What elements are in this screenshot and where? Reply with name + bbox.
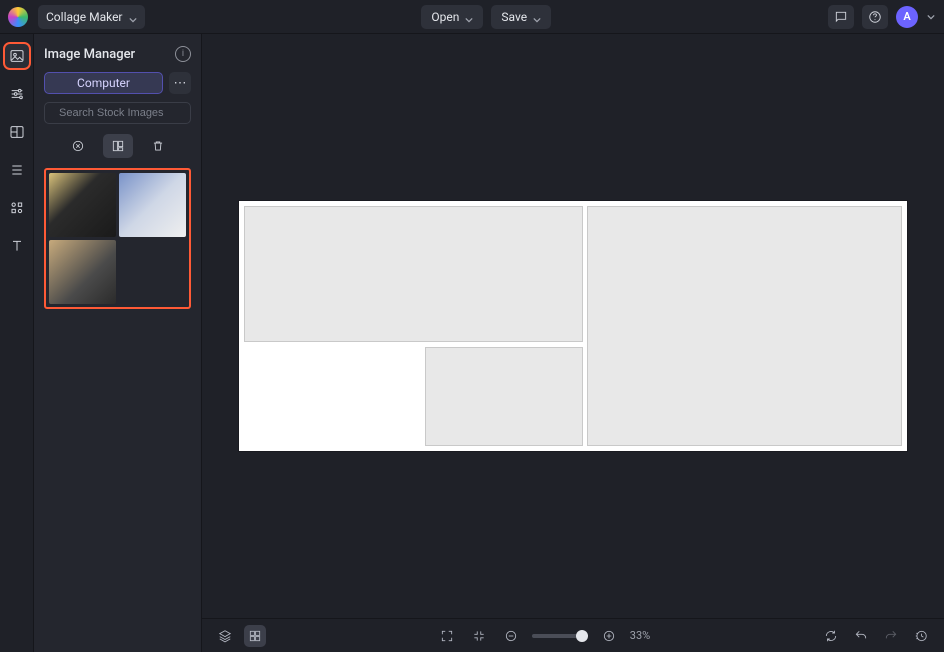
grid-icon [248,629,262,643]
chevron-down-icon [927,13,935,21]
top-right: A [828,5,936,29]
trash-icon [151,139,165,153]
top-center: Open Save [145,5,829,29]
thumbnail-grid [49,173,186,304]
sliders-icon [9,86,25,102]
bottom-center: 33% [276,625,810,647]
collage-cell[interactable] [587,206,902,446]
collage-cell[interactable] [244,206,583,342]
avatar-initial: A [903,10,910,23]
canvas-area: 33% [202,34,944,652]
rail-adjust[interactable] [5,82,29,106]
expand-icon [440,629,454,643]
chat-icon [834,10,848,24]
columns-icon [111,139,125,153]
rail-layers[interactable] [5,158,29,182]
thumbnail-group [44,168,191,309]
grid-toggle[interactable] [244,625,266,647]
undo-icon [854,629,868,643]
list-icon [9,162,25,178]
image-manager-panel: Image Manager i Computer ⋯ [34,34,202,652]
chevron-down-icon [129,13,137,21]
rail-text[interactable] [5,234,29,258]
bottom-right [820,625,932,647]
main-area: Image Manager i Computer ⋯ [0,34,944,652]
chevron-down-icon [533,13,541,21]
rail-elements[interactable] [5,196,29,220]
deselect-button[interactable] [63,134,93,158]
image-icon [9,48,25,64]
layout-icon [9,124,25,140]
collapse-icon [472,629,486,643]
fullscreen-button[interactable] [436,625,458,647]
history-button[interactable] [910,625,932,647]
autofill-button[interactable] [103,134,133,158]
zoom-percent: 33% [630,629,650,642]
tool-selector[interactable]: Collage Maker [38,5,145,29]
zoom-slider-knob[interactable] [576,630,588,642]
panel-title: Image Manager [44,47,135,62]
panel-info-button[interactable]: i [175,46,191,62]
bottom-bar: 33% [202,618,944,652]
left-rail [0,34,34,652]
redo-icon [884,629,898,643]
layers-icon [218,629,232,643]
zoom-slider[interactable] [532,634,588,638]
plus-circle-icon [602,629,616,643]
grid-icon [9,200,25,216]
bottom-left [214,625,266,647]
thumbnail-item[interactable] [119,173,186,237]
stock-search[interactable] [44,102,191,124]
panel-header: Image Manager i [44,46,191,62]
upload-computer-label: Computer [77,76,130,90]
stock-search-input[interactable] [57,106,203,120]
open-button[interactable]: Open [421,5,483,29]
save-button[interactable]: Save [491,5,551,29]
canvas-stage[interactable] [202,34,944,618]
text-icon [9,238,25,254]
help-icon [868,10,882,24]
upload-computer-button[interactable]: Computer [44,72,163,94]
compare-button[interactable] [820,625,842,647]
upload-more-button[interactable]: ⋯ [169,72,191,94]
top-bar: Collage Maker Open Save A [0,0,944,34]
open-button-label: Open [431,10,459,24]
user-menu-caret[interactable] [926,13,936,21]
refresh-icon [824,629,838,643]
rail-image-manager[interactable] [5,44,29,68]
comments-button[interactable] [828,5,854,29]
delete-button[interactable] [143,134,173,158]
thumbnail-item[interactable] [49,173,116,237]
layers-toggle[interactable] [214,625,236,647]
user-avatar[interactable]: A [896,6,918,28]
app-logo [8,7,28,27]
chevron-down-icon [465,13,473,21]
zoom-in-button[interactable] [598,625,620,647]
tool-selector-label: Collage Maker [46,10,123,24]
collage-cell[interactable] [425,347,583,446]
fit-button[interactable] [468,625,490,647]
save-button-label: Save [501,10,527,24]
cancel-circle-icon [71,139,85,153]
undo-button[interactable] [850,625,872,647]
collage-canvas[interactable] [239,201,907,451]
redo-button[interactable] [880,625,902,647]
zoom-out-button[interactable] [500,625,522,647]
panel-actions [44,134,191,158]
collage-cell[interactable] [244,347,421,446]
upload-row: Computer ⋯ [44,72,191,94]
thumbnail-item[interactable] [49,240,116,304]
minus-circle-icon [504,629,518,643]
rail-layouts[interactable] [5,120,29,144]
history-icon [914,629,928,643]
help-button[interactable] [862,5,888,29]
